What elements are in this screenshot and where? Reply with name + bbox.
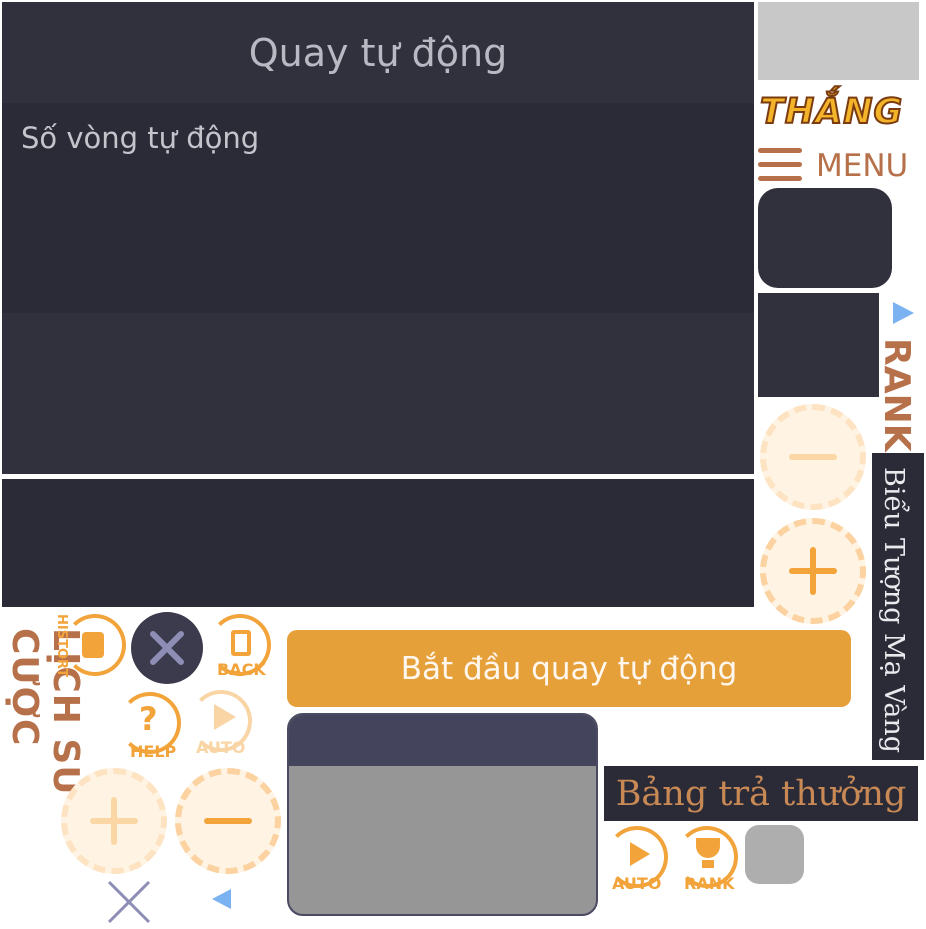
dialog-header [289, 715, 596, 766]
help-label: HELP [130, 742, 177, 761]
rank-vertical-label: RANK [876, 338, 917, 452]
win-logo: THẮNG [759, 91, 904, 133]
plus-icon [789, 547, 837, 595]
minus-chip[interactable] [175, 768, 281, 874]
grey-rounded-tile [745, 825, 804, 884]
start-auto-spin-button[interactable]: Bắt đầu quay tự động [287, 630, 851, 707]
payout-table-label[interactable]: Bảng trả thưởng [604, 766, 918, 821]
close-icon [150, 631, 184, 665]
auto-button-faded[interactable]: AUTO [188, 688, 258, 760]
question-icon: ? [139, 700, 158, 738]
gilded-icon-label: Biểu Tượng Mạ Vàng [878, 467, 909, 754]
panel-bottom-section [2, 479, 754, 607]
rounds-label: Số vòng tự động [21, 121, 260, 155]
auto-label: AUTO [196, 738, 246, 757]
thin-close-icon [107, 880, 151, 924]
play-icon-active [630, 842, 650, 866]
minus-icon-active [204, 818, 252, 824]
dark-square-tile [758, 293, 879, 397]
thin-close-button[interactable] [106, 879, 152, 925]
exit-door-icon [231, 630, 251, 656]
gilded-icon-label-box: Biểu Tượng Mạ Vàng [872, 453, 924, 760]
document-icon [82, 632, 104, 658]
rank-button[interactable]: RANK [674, 826, 742, 894]
history-label: HISTORT [54, 614, 69, 678]
auto-label-active: AUTO [612, 874, 662, 893]
plus-icon-faded [90, 797, 138, 845]
arrow-left-icon[interactable] [212, 889, 231, 909]
minus-icon [789, 454, 837, 460]
back-button[interactable]: BACK [207, 612, 277, 684]
rank-label: RANK [684, 874, 735, 893]
auto-button[interactable]: AUTO [604, 826, 672, 894]
play-icon [214, 704, 236, 730]
back-label: BACK [217, 660, 266, 679]
placeholder-grey-box [758, 2, 919, 80]
plus-chip-faded[interactable] [61, 768, 167, 874]
dark-rounded-tile [758, 188, 892, 288]
auto-spin-title: Quay tự động [2, 2, 754, 103]
dialog-frame [287, 713, 598, 916]
arrow-right-icon[interactable] [893, 302, 914, 324]
history-button[interactable]: HISTORT [54, 612, 128, 682]
minus-chip-faded[interactable] [760, 404, 866, 510]
rounds-section: Số vòng tự động [2, 103, 754, 313]
panel-lower-section [2, 313, 754, 474]
menu-label[interactable]: MENU [816, 148, 908, 184]
trophy-base-icon [702, 860, 714, 868]
plus-chip[interactable] [760, 518, 866, 624]
help-button[interactable]: ? HELP [117, 690, 187, 762]
close-button[interactable] [131, 612, 203, 684]
hamburger-menu-icon[interactable] [758, 148, 802, 184]
